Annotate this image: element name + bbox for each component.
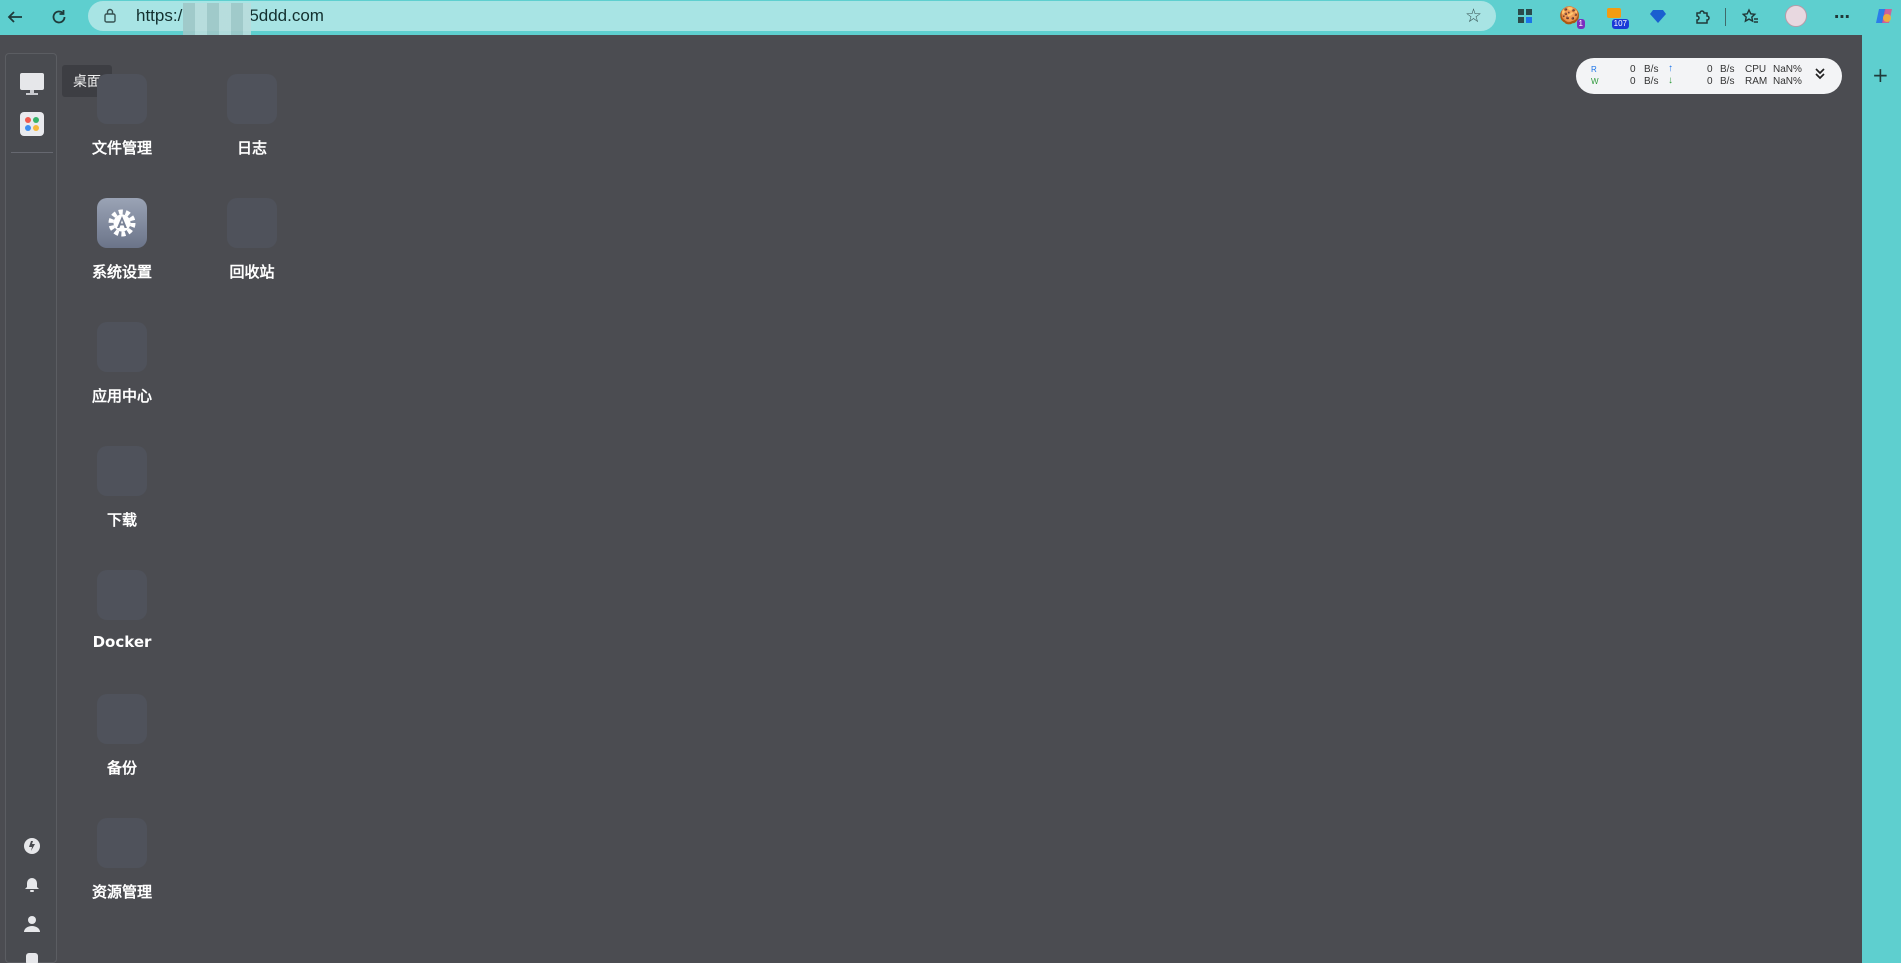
- upload-unit: B/s: [1720, 64, 1735, 75]
- lock-icon: [104, 8, 116, 23]
- docker-icon: [97, 570, 147, 620]
- more-options-icon[interactable]: ⋯: [1829, 3, 1855, 29]
- desktop-icon-label: 系统设置: [91, 263, 152, 281]
- recycle-bin-icon: [227, 198, 277, 248]
- upload-value: 0: [1707, 64, 1713, 75]
- desktop-icon-label: 下载: [106, 511, 137, 529]
- desktop-icon-label: 资源管理: [91, 883, 152, 901]
- collapse-chevron-icon[interactable]: [1814, 67, 1826, 84]
- desktop-icon-label: 回收站: [229, 263, 275, 281]
- browser-toolbar: https:/ 5ddd.com ☆ 🍪 1 107 ⋯: [0, 0, 1901, 37]
- reload-button[interactable]: [46, 4, 72, 30]
- desktop-icon-recycle-bin[interactable]: 回收站: [195, 198, 305, 308]
- desktop-icon-label: 文件管理: [91, 139, 152, 157]
- cpu-label: CPU: [1745, 64, 1767, 75]
- download-arrow-icon: ↓: [1668, 75, 1673, 86]
- desktop-icon-label: Docker: [92, 633, 152, 651]
- desktop-icon-logs[interactable]: 日志: [195, 74, 305, 184]
- download-unit: B/s: [1720, 76, 1735, 87]
- desktop-icon-system-settings[interactable]: 系统设置: [65, 198, 175, 308]
- rss-badge: 107: [1611, 19, 1629, 29]
- reload-icon: [52, 10, 66, 24]
- user-icon: [24, 916, 40, 932]
- browser-side-panel: +: [1862, 35, 1901, 963]
- dock-divider: [11, 152, 53, 153]
- download-icon: [97, 446, 147, 496]
- desktop-icon-file-manager[interactable]: 文件管理: [65, 74, 175, 184]
- rss-extension-icon[interactable]: 107: [1601, 3, 1629, 29]
- desktop-icon-resource-manager[interactable]: 资源管理: [65, 818, 175, 928]
- desktop-icon-label: 日志: [236, 139, 267, 157]
- settings-gear-icon: [97, 198, 147, 248]
- back-button[interactable]: [2, 4, 28, 30]
- side-dock: [5, 53, 57, 963]
- cookie-extension-icon[interactable]: 🍪 1: [1557, 3, 1585, 29]
- read-unit: B/s: [1644, 64, 1659, 75]
- monitor-icon: [20, 73, 44, 95]
- write-value: 0: [1630, 76, 1636, 87]
- diamond-extension-icon[interactable]: [1645, 3, 1671, 29]
- read-label: R: [1591, 65, 1597, 74]
- collections-icon[interactable]: [1512, 3, 1538, 29]
- notifications-button[interactable]: [18, 871, 46, 899]
- ram-label: RAM: [1745, 76, 1768, 87]
- desktop-icon-label: 备份: [106, 759, 137, 777]
- copilot-icon[interactable]: [1871, 3, 1897, 29]
- status-circle-icon: [24, 838, 40, 854]
- desktop-icon-app-center[interactable]: 应用中心: [65, 322, 175, 432]
- app-launcher-button[interactable]: [18, 110, 46, 138]
- extensions-puzzle-icon[interactable]: [1689, 3, 1715, 29]
- file-manager-icon: [97, 74, 147, 124]
- power-icon: [26, 953, 38, 963]
- dock-status-button[interactable]: [18, 832, 46, 860]
- cpu-value: NaN%: [1773, 64, 1802, 75]
- write-label: W: [1591, 77, 1599, 86]
- read-value: 0: [1630, 64, 1636, 75]
- desktop-icon-backup[interactable]: 备份: [65, 694, 175, 804]
- cookie-badge: 1: [1576, 19, 1585, 29]
- download-value: 0: [1707, 76, 1713, 87]
- favorites-icon[interactable]: [1737, 3, 1763, 29]
- backup-icon: [97, 694, 147, 744]
- bell-icon: [25, 878, 39, 892]
- address-bar[interactable]: https:/ 5ddd.com ☆: [88, 1, 1496, 37]
- desktop-icon-download[interactable]: 下载: [65, 446, 175, 556]
- profile-avatar-icon[interactable]: [1783, 3, 1809, 29]
- favorite-star-icon[interactable]: ☆: [1465, 5, 1482, 27]
- upload-arrow-icon: ↑: [1668, 63, 1673, 74]
- desktop-icon-label: 应用中心: [91, 387, 152, 405]
- url-redaction: [183, 3, 251, 37]
- toolbar-divider: [1725, 8, 1726, 26]
- back-arrow-icon: [7, 11, 22, 23]
- apps-grid-icon: [20, 112, 44, 136]
- add-panel-icon[interactable]: +: [1872, 63, 1889, 87]
- app-center-icon: [97, 322, 147, 372]
- system-stats-widget[interactable]: R W 0 0 B/s B/s ↑ ↓ 0 0 B/s B/s CPU RAM …: [1576, 58, 1842, 94]
- write-unit: B/s: [1644, 76, 1659, 87]
- url-prefix: https:/: [136, 6, 183, 25]
- logs-icon: [227, 74, 277, 124]
- desktop-button[interactable]: [18, 70, 46, 98]
- power-button[interactable]: [18, 946, 46, 963]
- resource-manager-icon: [97, 818, 147, 868]
- desktop-icon-docker[interactable]: Docker: [65, 570, 175, 680]
- user-button[interactable]: [18, 910, 46, 938]
- nas-desktop: 桌面 文件管理 系统设置 应用中心 下载 Docker 备份 资源管理 日志 回…: [0, 35, 1862, 963]
- ram-value: NaN%: [1773, 76, 1802, 87]
- url-suffix: 5ddd.com: [249, 6, 324, 25]
